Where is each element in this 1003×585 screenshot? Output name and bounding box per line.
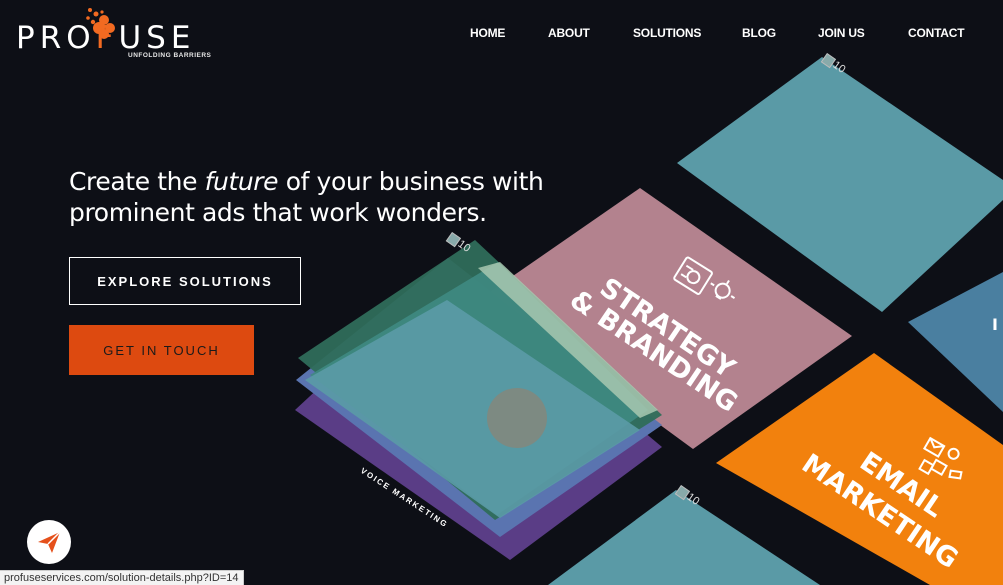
floating-contact-button[interactable] <box>27 520 71 564</box>
voice-center-dot <box>487 388 547 448</box>
status-bar-url: profuseservices.com/solution-details.php… <box>0 570 244 585</box>
hero-headline: Create the future of your business with … <box>69 167 544 227</box>
explore-solutions-button[interactable]: EXPLORE SOLUTIONS <box>69 257 301 305</box>
right-tile-glyph: I <box>992 315 998 334</box>
paper-plane-icon <box>38 531 61 553</box>
tile-bottom-teal[interactable] <box>548 490 820 585</box>
get-in-touch-button[interactable]: GET IN TOUCH <box>69 325 254 375</box>
